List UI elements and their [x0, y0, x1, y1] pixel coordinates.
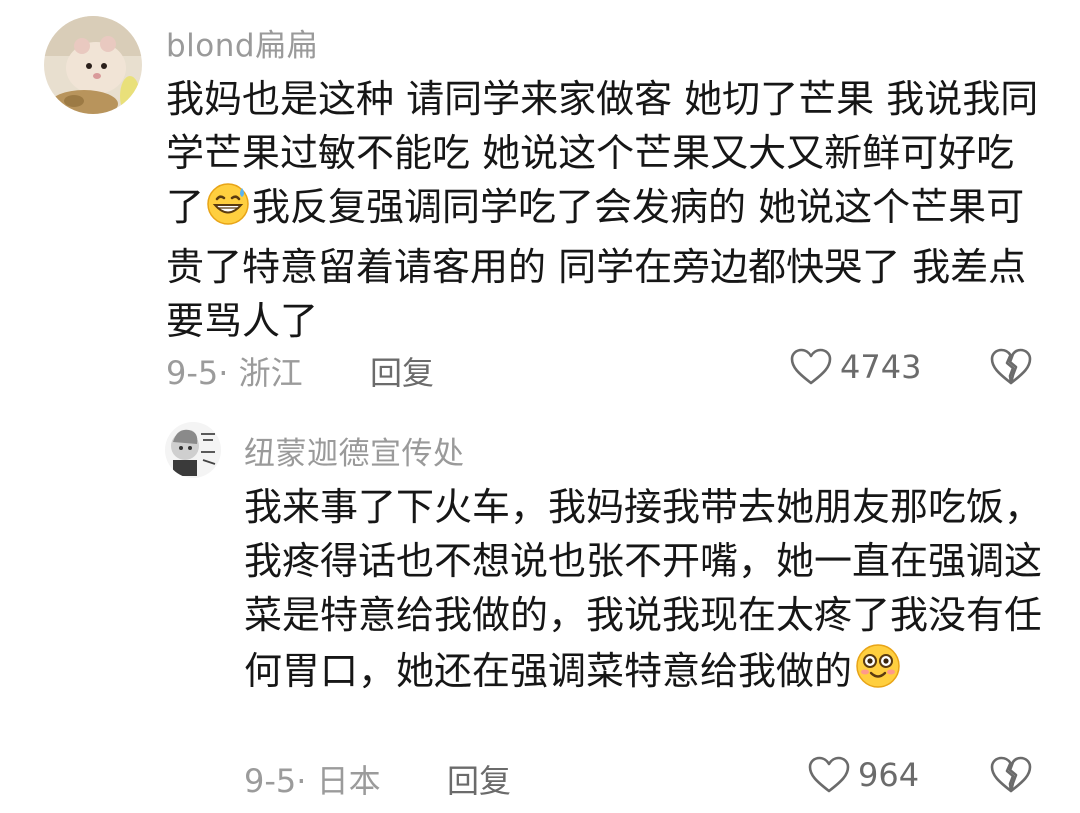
avatar[interactable]	[165, 422, 221, 478]
reply-button[interactable]: 回复	[447, 756, 511, 802]
comment-date-location: 9-5· 日本	[244, 762, 381, 800]
avatar[interactable]	[44, 16, 142, 114]
broken-heart-icon	[990, 348, 1032, 386]
dislike-button[interactable]	[990, 756, 1032, 794]
reply-button[interactable]: 回复	[370, 348, 434, 394]
comment-text-part: 我反复强调同学吃了会发病的 她说这个芒果可贵了特意留着请客用的 同学在旁边都快哭…	[166, 185, 1027, 343]
like-button[interactable]: 4743	[790, 348, 921, 386]
flushed-smile-emoji-icon	[854, 642, 902, 704]
like-count: 964	[858, 756, 920, 794]
comment-text-part: 我来事了下火车，我妈接我带去她朋友那吃饭，我疼得话也不想说也张不开嘴，她一直在强…	[244, 485, 1043, 693]
broken-heart-icon	[990, 756, 1032, 794]
username[interactable]: 纽蒙迦德宣传处	[244, 428, 465, 473]
dislike-button[interactable]	[990, 348, 1032, 386]
comment-thread: blond扁扁 我妈也是这种 请同学来家做客 她切了芒果 我说我同学芒果过敏不能…	[0, 0, 1080, 813]
heart-icon	[808, 756, 858, 794]
like-button[interactable]: 964	[808, 756, 919, 794]
grinning-sweat-emoji-icon	[206, 182, 250, 240]
username[interactable]: blond扁扁	[166, 20, 318, 65]
like-count: 4743	[840, 348, 922, 386]
heart-icon	[790, 348, 840, 386]
comment-text: 我来事了下火车，我妈接我带去她朋友那吃饭，我疼得话也不想说也张不开嘴，她一直在强…	[244, 480, 1044, 704]
comment-text: 我妈也是这种 请同学来家做客 她切了芒果 我说我同学芒果过敏不能吃 她说这个芒果…	[166, 72, 1046, 348]
comment-date-location: 9-5· 浙江	[166, 354, 303, 392]
